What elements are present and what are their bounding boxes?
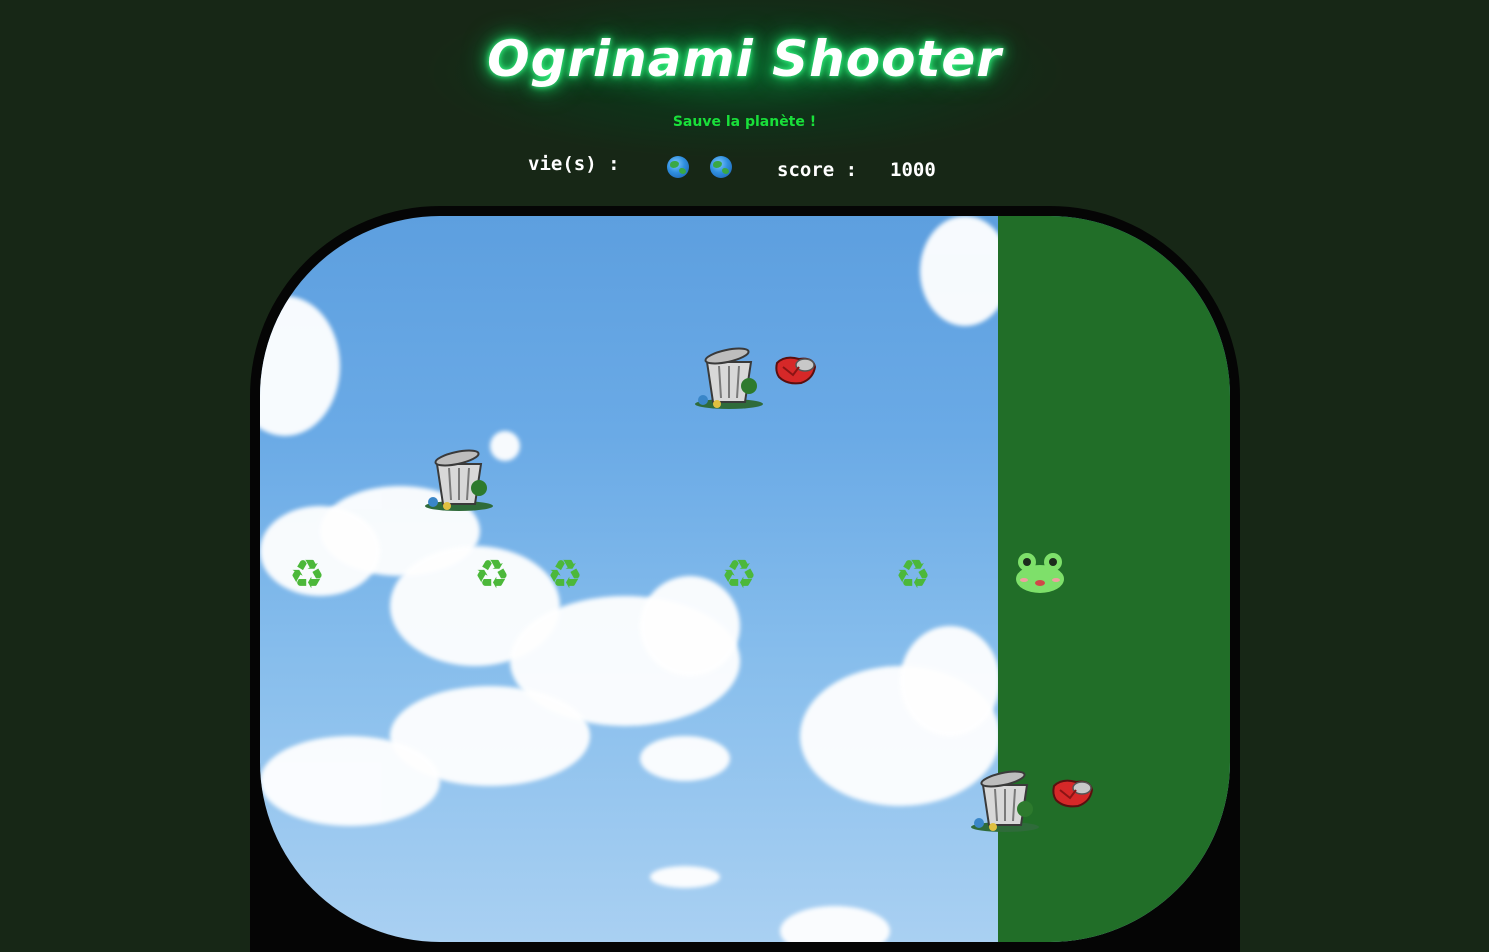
score-value: 1000: [890, 159, 936, 181]
cloud: [650, 866, 720, 888]
cloud: [260, 296, 340, 436]
recycle-icon: ♻: [289, 552, 325, 598]
game-title: Ogrinami Shooter: [487, 30, 1002, 88]
recycle-icon: ♻: [474, 552, 510, 598]
cloud: [920, 216, 1010, 326]
recycle-icon: ♻: [895, 552, 931, 598]
crushed-soda-can-icon: [775, 356, 817, 385]
cloud: [780, 906, 890, 942]
hud: vie(s) : score : 1000: [528, 150, 968, 186]
trash-can-icon: [971, 770, 1039, 832]
lives-label: vie(s) :: [528, 153, 620, 175]
cloud: [260, 736, 440, 826]
earth-globe-icon: [667, 156, 689, 178]
earth-globe-icon: [710, 156, 732, 178]
score-label: score :: [777, 159, 858, 181]
game-canvas[interactable]: ♻ ♻ ♻ ♻ ♻: [260, 216, 1230, 942]
trash-can-icon: [695, 347, 763, 409]
recycle-icon: ♻: [547, 552, 583, 598]
game-frame: ♻ ♻ ♻ ♻ ♻: [250, 206, 1240, 952]
cloud: [900, 626, 1000, 736]
cloud: [640, 736, 730, 781]
crushed-soda-can-icon: [1052, 779, 1094, 808]
recycle-icon: ♻: [721, 552, 757, 598]
frog-icon[interactable]: [1014, 551, 1066, 595]
trash-can-icon: [425, 449, 493, 511]
game-subtitle: Sauve la planète !: [672, 114, 817, 130]
